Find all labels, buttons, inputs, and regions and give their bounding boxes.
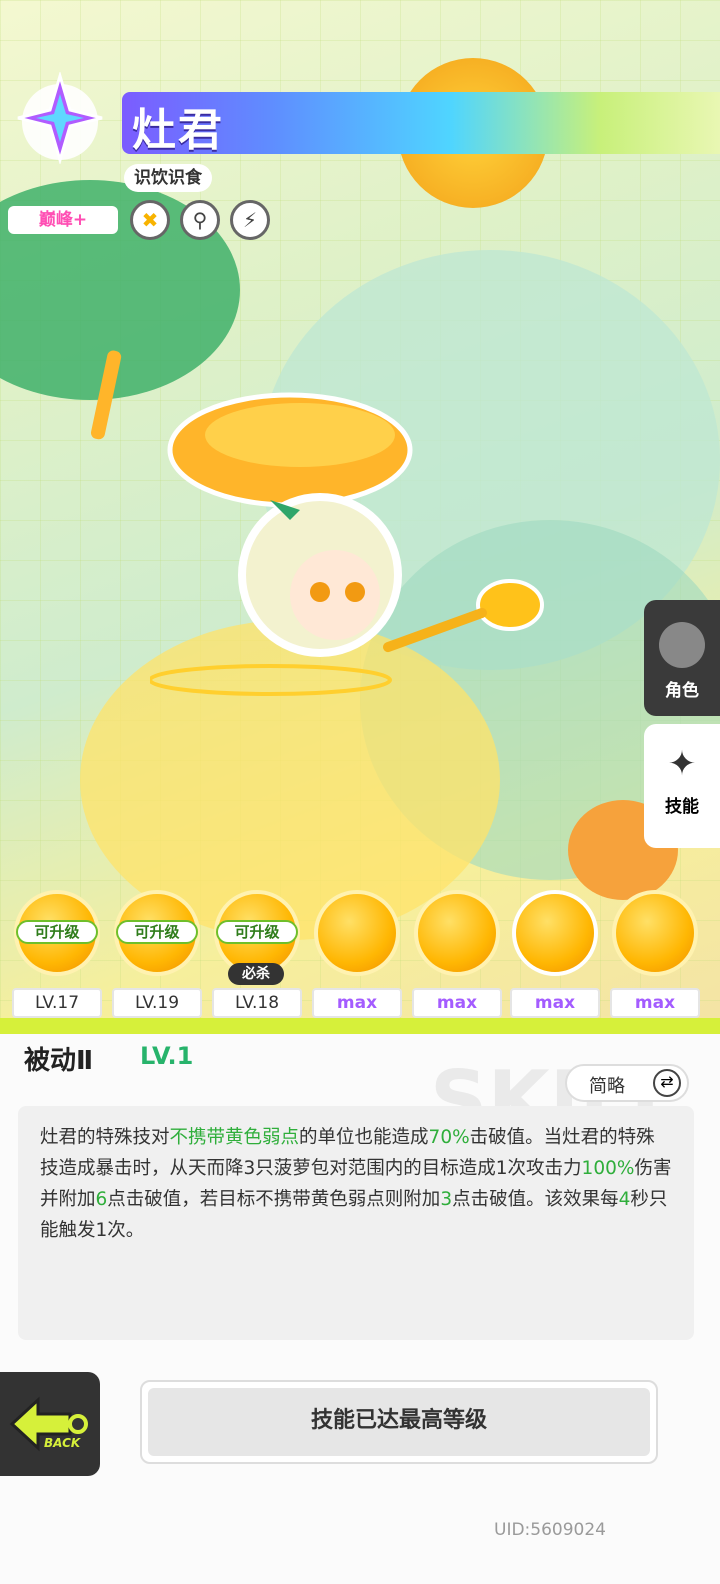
character-avatar-icon [659, 622, 705, 668]
swirl-skill-emblem-icon [512, 890, 598, 976]
upgrade-badge: 可升级 [216, 920, 298, 944]
skill-title: 被动Ⅱ [24, 1046, 94, 1076]
cross-attribute-icon[interactable]: ✖ [130, 200, 170, 240]
side-tab-skill[interactable]: ✦ 技能 [644, 724, 720, 848]
brief-toggle-label: 简略 [589, 1076, 625, 1097]
skill-icon-1[interactable]: 可升级 [14, 890, 100, 976]
skill-level-6: max [510, 988, 600, 1018]
character-name: 灶君 [132, 105, 224, 156]
rank-label: 巅峰+ [8, 206, 118, 234]
side-tab-character-label: 角色 [665, 681, 699, 701]
skill-icon-5[interactable] [414, 890, 500, 976]
skill-level-2: LV.19 [112, 988, 202, 1018]
star-rank-emblem-icon [17, 72, 103, 164]
swap-arrows-icon: ⇄ [653, 1069, 681, 1097]
side-tab-skill-label: 技能 [665, 797, 699, 817]
back-button[interactable]: BACK [0, 1372, 100, 1476]
sparkle-skill-icon: ✦ [667, 744, 697, 784]
upgrade-badge: 可升级 [116, 920, 198, 944]
arrow-skill-emblem-icon [314, 890, 400, 976]
skill-level-7: max [610, 988, 700, 1018]
star-skill-emblem-icon [612, 890, 698, 976]
skill-level-3: LV.18 [212, 988, 302, 1018]
back-arrow-icon [9, 1396, 88, 1452]
max-level-label: 技能已达最高等级 [148, 1388, 650, 1456]
chef-girl-character-illustration [150, 392, 544, 696]
skill-level-4: max [312, 988, 402, 1018]
skill-icon-4[interactable] [314, 890, 400, 976]
brief-toggle-button[interactable]: 简略 ⇄ [565, 1064, 689, 1102]
back-label: BACK [44, 1436, 81, 1450]
skill-level-5: max [412, 988, 502, 1018]
key-attribute-icon[interactable]: ⚲ [180, 200, 220, 240]
skill-level-1: LV.17 [12, 988, 102, 1018]
divider-band [0, 1018, 720, 1034]
knife-decoration [90, 350, 122, 440]
max-level-button[interactable]: 技能已达最高等级 [140, 1380, 658, 1464]
character-subtitle: 识饮识食 [124, 164, 212, 192]
upgrade-badge: 可升级 [16, 920, 98, 944]
skill-icon-7[interactable] [612, 890, 698, 976]
up-arrow-skill-emblem-icon [414, 890, 500, 976]
skill-description: 灶君的特殊技对不携带黄色弱点的单位也能造成70%击破值。当灶君的特殊技造成暴击时… [18, 1106, 694, 1340]
side-tab-character[interactable]: 角色 [644, 600, 720, 716]
ultimate-tag: 必杀 [228, 963, 284, 985]
skill-icon-6[interactable] [512, 890, 598, 976]
break-attribute-icon[interactable]: ⚡ [230, 200, 270, 240]
skill-level: LV.1 [140, 1042, 194, 1070]
user-id: UID:5609024 [494, 1520, 606, 1540]
skill-icon-2[interactable]: 可升级 [114, 890, 200, 976]
